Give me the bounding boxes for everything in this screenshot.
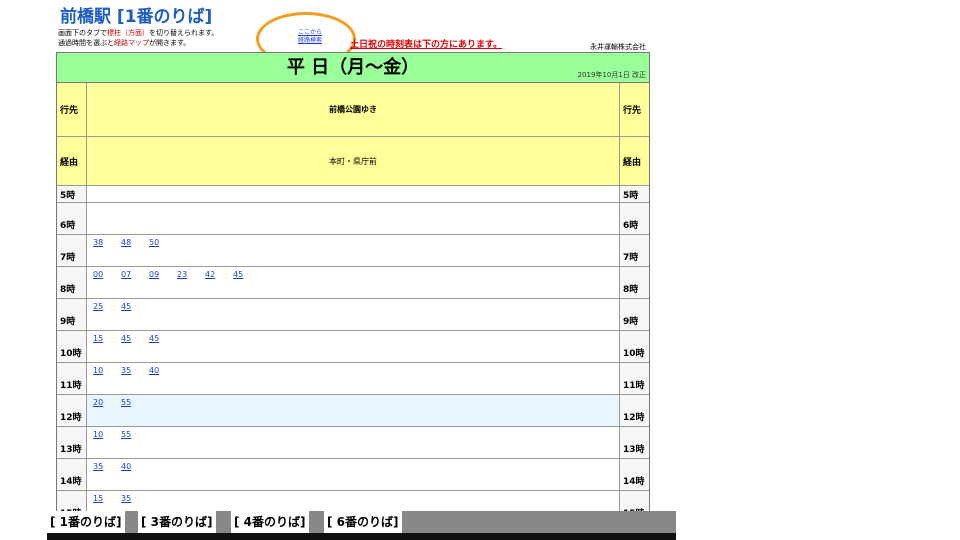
tab-platform-6[interactable]: [ 6番のりば] — [324, 511, 403, 533]
departure-time-link[interactable]: 50 — [149, 238, 159, 247]
departure-time-link[interactable]: 10 — [93, 430, 103, 439]
revision-date: 2019年10月1日 改正 — [577, 71, 646, 79]
destination-row: 行先 前橋公園ゆき 行先 — [57, 83, 649, 137]
hour-label-left: 12時 — [57, 395, 87, 426]
tab-platform-4[interactable]: [ 4番のりば] — [231, 511, 310, 533]
instruction-line-2: 通過時間を選ぶと経路マップが開きます。 — [58, 39, 191, 47]
via-label-right: 経由 — [619, 137, 649, 185]
departure-time-link[interactable]: 45 — [149, 334, 159, 343]
hour-row: 7時 38 48 50 7時 — [57, 235, 649, 267]
timetable: 平 日（月〜金） 2019年10月1日 改正 行先 前橋公園ゆき 行先 経由 本… — [56, 52, 650, 523]
departure-time-link[interactable]: 20 — [93, 398, 103, 407]
tab-platform-1[interactable]: [ 1番のりば] — [47, 511, 126, 533]
hour-label-right: 13時 — [619, 427, 649, 458]
hour-label-left: 8時 — [57, 267, 87, 298]
hour-label-right: 12時 — [619, 395, 649, 426]
departure-time-link[interactable]: 15 — [93, 334, 103, 343]
departure-time-link[interactable]: 09 — [149, 270, 159, 279]
via-label-left: 経由 — [57, 137, 87, 185]
departure-time-link[interactable]: 25 — [93, 302, 103, 311]
bottom-bar — [47, 533, 676, 540]
destination-value: 前橋公園ゆき — [329, 105, 377, 114]
departure-time-link[interactable]: 40 — [149, 366, 159, 375]
hour-label-left: 9時 — [57, 299, 87, 330]
hour-row: 11時 10 35 40 11時 — [57, 363, 649, 395]
page-title: 前橋駅 [1番のりば] — [60, 7, 213, 27]
hour-label-right: 14時 — [619, 459, 649, 490]
hour-row: 10時 15 45 45 10時 — [57, 331, 649, 363]
departure-time-link[interactable]: 35 — [121, 494, 131, 503]
day-type-title: 平 日（月〜金） — [286, 57, 420, 78]
company-name: 永井運輸株式会社 — [590, 43, 646, 51]
via-row: 経由 本町・県庁前 経由 — [57, 137, 649, 186]
holiday-timetable-link[interactable]: 土日祝の時刻表は下の方にあります。 — [350, 37, 502, 50]
timetable-header: 平 日（月〜金） 2019年10月1日 改正 — [57, 53, 649, 83]
hour-label-right: 9時 — [619, 299, 649, 330]
departure-time-link[interactable]: 45 — [121, 334, 131, 343]
hour-row: 13時 10 55 13時 — [57, 427, 649, 459]
departure-time-link[interactable]: 55 — [121, 398, 131, 407]
hour-row: 12時 20 55 12時 — [57, 395, 649, 427]
hour-label-left: 13時 — [57, 427, 87, 458]
departure-time-link[interactable]: 45 — [233, 270, 243, 279]
departure-times: 35 40 — [87, 459, 619, 490]
hour-row: 6時 6時 — [57, 203, 649, 235]
departure-times — [87, 186, 619, 202]
departure-times: 25 45 — [87, 299, 619, 330]
departure-time-link[interactable]: 48 — [121, 238, 131, 247]
hour-label-left: 11時 — [57, 363, 87, 394]
departure-time-link[interactable]: 35 — [121, 366, 131, 375]
hour-label-right: 7時 — [619, 235, 649, 266]
tab-platform-3[interactable]: [ 3番のりば] — [138, 511, 217, 533]
departure-time-link[interactable]: 10 — [93, 366, 103, 375]
departure-time-link[interactable]: 35 — [93, 462, 103, 471]
hour-label-right: 8時 — [619, 267, 649, 298]
instruction-line-1: 画面下のタブで標柱（方面）を切り替えられます。 — [58, 29, 219, 37]
destination-label-right: 行先 — [619, 83, 649, 136]
departure-times: 15 45 45 — [87, 331, 619, 362]
departure-time-link[interactable]: 23 — [177, 270, 187, 279]
route-search-link[interactable]: ここから 経路検索 — [290, 29, 330, 45]
hour-label-left: 6時 — [57, 203, 87, 234]
hour-row: 8時 00 07 09 23 42 45 8時 — [57, 267, 649, 299]
hour-label-right: 10時 — [619, 331, 649, 362]
departure-time-link[interactable]: 00 — [93, 270, 103, 279]
departure-time-link[interactable]: 45 — [121, 302, 131, 311]
departure-times: 10 35 40 — [87, 363, 619, 394]
platform-tab-bar: [ 1番のりば] [ 3番のりば] [ 4番のりば] [ 6番のりば] — [47, 511, 676, 533]
departure-time-link[interactable]: 55 — [121, 430, 131, 439]
hour-rows: 5時 5時 6時 6時 7時 38 48 50 7時 8時 00 07 09 23 42 45 8時 9時 25 45… — [57, 186, 649, 522]
departure-times: 10 55 — [87, 427, 619, 458]
hour-label-left: 10時 — [57, 331, 87, 362]
departure-times: 00 07 09 23 42 45 — [87, 267, 619, 298]
departure-time-link[interactable]: 15 — [93, 494, 103, 503]
via-value: 本町・県庁前 — [329, 156, 377, 166]
departure-time-link[interactable]: 07 — [121, 270, 131, 279]
departure-times: 38 48 50 — [87, 235, 619, 266]
hour-row: 9時 25 45 9時 — [57, 299, 649, 331]
hour-label-right: 5時 — [619, 186, 649, 202]
departure-times — [87, 203, 619, 234]
destination-label-left: 行先 — [57, 83, 87, 136]
hour-label-left: 7時 — [57, 235, 87, 266]
hour-row: 14時 35 40 14時 — [57, 459, 649, 491]
hour-label-left: 5時 — [57, 186, 87, 202]
departure-time-link[interactable]: 38 — [93, 238, 103, 247]
departure-time-link[interactable]: 42 — [205, 270, 215, 279]
departure-time-link[interactable]: 40 — [121, 462, 131, 471]
hour-row: 5時 5時 — [57, 186, 649, 203]
hour-label-right: 11時 — [619, 363, 649, 394]
departure-times: 20 55 — [87, 395, 619, 426]
hour-label-right: 6時 — [619, 203, 649, 234]
hour-label-left: 14時 — [57, 459, 87, 490]
